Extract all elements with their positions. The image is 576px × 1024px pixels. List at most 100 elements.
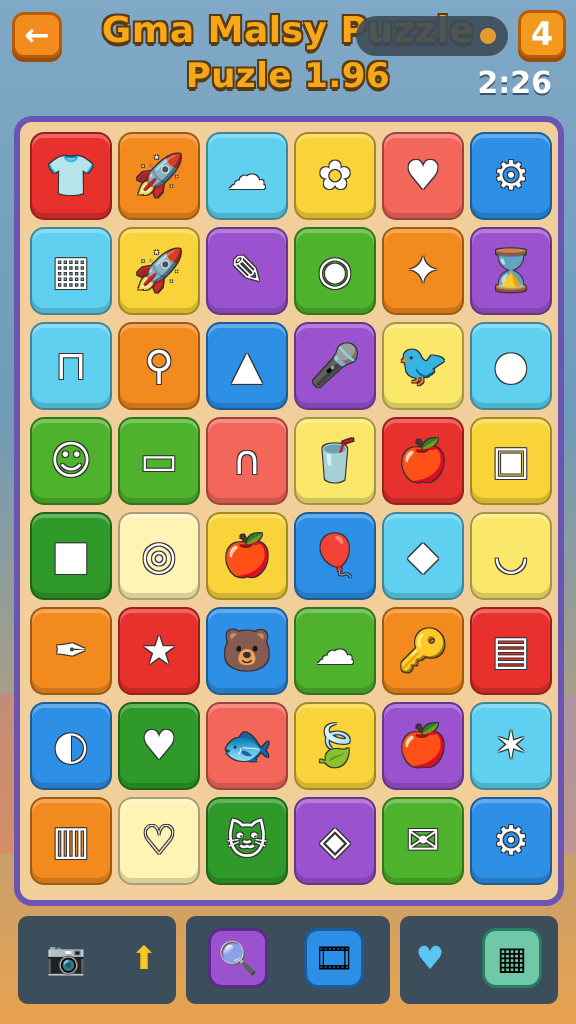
tile-id-card[interactable]: ▣	[470, 417, 552, 505]
tile-chart[interactable]: ▥	[30, 797, 112, 885]
ball-icon: ●	[493, 343, 529, 389]
box-icon: ▭	[140, 438, 178, 484]
keypad-button[interactable]: ▦	[482, 928, 542, 988]
tile-smiley-face[interactable]: ☺	[30, 417, 112, 505]
tile-bird[interactable]: 🐦	[382, 322, 464, 410]
crate-icon: ■	[52, 533, 90, 579]
status-dot-icon	[480, 28, 496, 44]
tile-envelope[interactable]: ✉	[382, 797, 464, 885]
tile-lemon[interactable]: ◐	[30, 702, 112, 790]
pencil-icon: ✎	[230, 248, 264, 294]
tile-compass[interactable]: ✦	[382, 227, 464, 315]
tile-leaf[interactable]: 🍃	[294, 702, 376, 790]
tile-bear[interactable]: 🐻	[206, 607, 288, 695]
tile-plate[interactable]: ◉	[294, 227, 376, 315]
smiley-face-icon: ☺	[50, 438, 92, 484]
tile-heart[interactable]: ♥	[118, 702, 200, 790]
tile-gear[interactable]: ⚙	[470, 797, 552, 885]
camera-button[interactable]: 📷	[36, 928, 96, 988]
lemon-icon: ◐	[53, 723, 89, 769]
plate-icon: ◉	[317, 248, 353, 294]
tile-key[interactable]: 🔑	[382, 607, 464, 695]
tile-star[interactable]: ★	[118, 607, 200, 695]
status-pill	[356, 16, 508, 56]
film-button[interactable]: 🎞	[304, 928, 364, 988]
tile-cloud[interactable]: ☁	[206, 132, 288, 220]
tile-flower[interactable]: ✿	[294, 132, 376, 220]
tile-crate[interactable]: ■	[30, 512, 112, 600]
tile-table[interactable]: ⊓	[30, 322, 112, 410]
tile-basket[interactable]: ◡	[470, 512, 552, 600]
tile-cat-face[interactable]: 🐱	[206, 797, 288, 885]
key-icon: 🔑	[398, 628, 448, 674]
compass-icon: ✦	[406, 248, 440, 294]
apple-icon: 🍎	[222, 533, 272, 579]
tile-arch[interactable]: ∩	[206, 417, 288, 505]
toolbar-right: ♥ ▦	[400, 916, 558, 1004]
tile-starfish[interactable]: ✶	[470, 702, 552, 790]
tile-heart-bowl[interactable]: ♡	[118, 797, 200, 885]
arrow-left-icon: ←	[24, 17, 50, 53]
cloud-icon: ☁	[315, 628, 355, 674]
bird-icon: 🐦	[398, 343, 448, 389]
cup-icon: 🥤	[310, 438, 360, 484]
up-arrow-button[interactable]: ⬆	[114, 928, 174, 988]
tile-pen[interactable]: ✒	[30, 607, 112, 695]
tile-hourglass[interactable]: ⌛	[470, 227, 552, 315]
heart-bowl-icon: ♡	[141, 818, 177, 864]
bear-icon: 🐻	[222, 628, 272, 674]
hint-search-button[interactable]: 🔍	[208, 928, 268, 988]
arch-icon: ∩	[232, 438, 262, 484]
tile-paint-roller[interactable]: ⚲	[118, 322, 200, 410]
tile-ball[interactable]: ●	[470, 322, 552, 410]
hourglass-icon: ⌛	[486, 248, 536, 294]
tile-diamond[interactable]: ◈	[294, 797, 376, 885]
tile-microphone[interactable]: 🎤	[294, 322, 376, 410]
apple-icon: 🍎	[398, 723, 448, 769]
tile-fish[interactable]: 🐟	[206, 702, 288, 790]
keypad-icon: ▦	[496, 939, 528, 977]
calculator-icon: ▦	[52, 248, 90, 294]
tile-pencil[interactable]: ✎	[206, 227, 288, 315]
tile-apple[interactable]: 🍎	[382, 702, 464, 790]
heart-button[interactable]: ♥	[400, 928, 460, 988]
tile-ring[interactable]: ◎	[118, 512, 200, 600]
tile-grid: 👕 🚀 ☁ ✿ ♥ ⚙ ▦ 🚀 ✎ ◉ ✦ ⌛ ⊓ ⚲ ▲ 🎤 🐦 ● ☺ ▭ ∩ 🥤 🍎 ▣ ■ ◎ 🍎 🎈 ◆ ◡ ✒ ★ 🐻 ☁ 🔑 ▤ ◐ ♥ 🐟 🍃…	[30, 132, 552, 885]
tile-balloon[interactable]: 🎈	[294, 512, 376, 600]
tile-triangle[interactable]: ▲	[206, 322, 288, 410]
film-icon: 🎞	[313, 939, 355, 977]
tile-calculator[interactable]: ▦	[30, 227, 112, 315]
header: ← Gma Malsy Puzzle Puzle 1.96 4 2:26	[0, 0, 576, 110]
back-button[interactable]: ←	[12, 12, 62, 58]
tile-rocket[interactable]: 🚀	[118, 227, 200, 315]
flower-icon: ✿	[318, 153, 352, 199]
tile-phone[interactable]: ▤	[470, 607, 552, 695]
search-icon: 🔍	[218, 939, 258, 977]
tile-rocket[interactable]: 🚀	[118, 132, 200, 220]
heart-face-icon: ♥	[405, 153, 441, 199]
triangle-icon: ▲	[231, 343, 263, 389]
starfish-icon: ✶	[494, 723, 528, 769]
tile-apple[interactable]: 🍎	[382, 417, 464, 505]
tile-gear[interactable]: ⚙	[470, 132, 552, 220]
tile-cup[interactable]: 🥤	[294, 417, 376, 505]
diamond-icon: ◈	[319, 818, 351, 864]
level-badge[interactable]: 4	[518, 10, 566, 58]
fish-icon: 🐟	[222, 723, 272, 769]
shirt-icon: 👕	[46, 153, 96, 199]
chart-icon: ▥	[52, 818, 90, 864]
table-icon: ⊓	[55, 343, 87, 389]
tile-heart-face[interactable]: ♥	[382, 132, 464, 220]
kite-icon: ◆	[407, 533, 439, 579]
tile-apple[interactable]: 🍎	[206, 512, 288, 600]
basket-icon: ◡	[493, 533, 529, 579]
tile-shirt[interactable]: 👕	[30, 132, 112, 220]
puzzle-subtitle: Puzle 1.96	[185, 56, 391, 96]
heart-icon: ♥	[415, 939, 445, 977]
rocket-icon: 🚀	[134, 248, 184, 294]
ring-icon: ◎	[141, 533, 177, 579]
paint-roller-icon: ⚲	[144, 343, 174, 389]
tile-cloud[interactable]: ☁	[294, 607, 376, 695]
tile-box[interactable]: ▭	[118, 417, 200, 505]
tile-kite[interactable]: ◆	[382, 512, 464, 600]
